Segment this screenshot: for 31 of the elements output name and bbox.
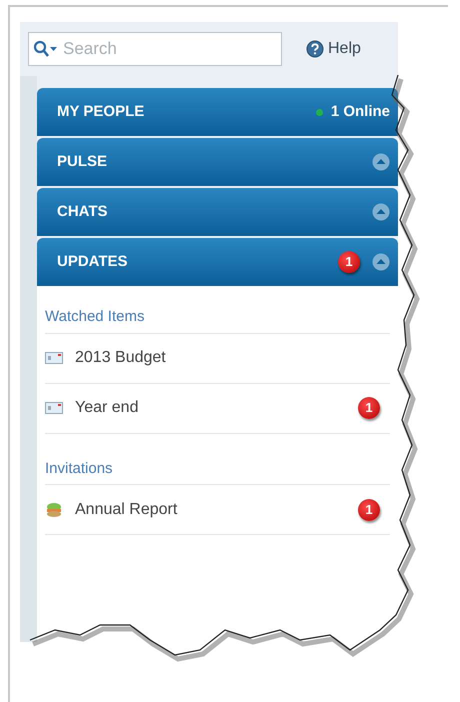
collapse-icon[interactable] <box>372 153 390 171</box>
accordion-header[interactable]: PULSE <box>37 138 398 186</box>
section-title: UPDATES <box>57 252 129 272</box>
search-input[interactable]: Search <box>63 36 263 62</box>
list-item[interactable]: 2013 Budget <box>45 334 390 384</box>
list-item[interactable]: Annual Report 1 <box>45 485 390 535</box>
item-label: 2013 Budget <box>75 348 167 368</box>
section-title: PULSE <box>57 152 108 172</box>
search-icon <box>33 40 59 58</box>
item-label: Year end <box>75 398 140 418</box>
accordion-header[interactable]: CHATS <box>37 188 398 236</box>
accordion-header[interactable]: MY PEOPLE 1 Online <box>37 88 398 136</box>
collapse-icon[interactable] <box>372 253 390 271</box>
accordion-header[interactable]: UPDATES 1 <box>37 238 398 286</box>
section-title: MY PEOPLE <box>57 102 146 122</box>
group-heading: Watched Items <box>45 306 390 334</box>
help-link[interactable]: Help <box>328 37 361 61</box>
card-icon <box>45 400 63 416</box>
card-icon <box>45 350 63 366</box>
notification-badge: 1 <box>338 251 360 273</box>
list-item[interactable]: Year end 1 <box>45 384 390 434</box>
group-heading: Invitations <box>45 458 390 485</box>
item-label: Annual Report <box>75 500 178 520</box>
notification-badge: 1 <box>358 397 380 419</box>
notification-badge: 1 <box>358 498 380 520</box>
help-icon <box>306 40 324 58</box>
sandwich-icon <box>45 502 63 518</box>
collapse-icon[interactable] <box>372 203 390 221</box>
online-count: 1 Online <box>330 102 390 122</box>
search-field[interactable]: Search <box>28 32 282 66</box>
section-title: CHATS <box>57 202 109 222</box>
